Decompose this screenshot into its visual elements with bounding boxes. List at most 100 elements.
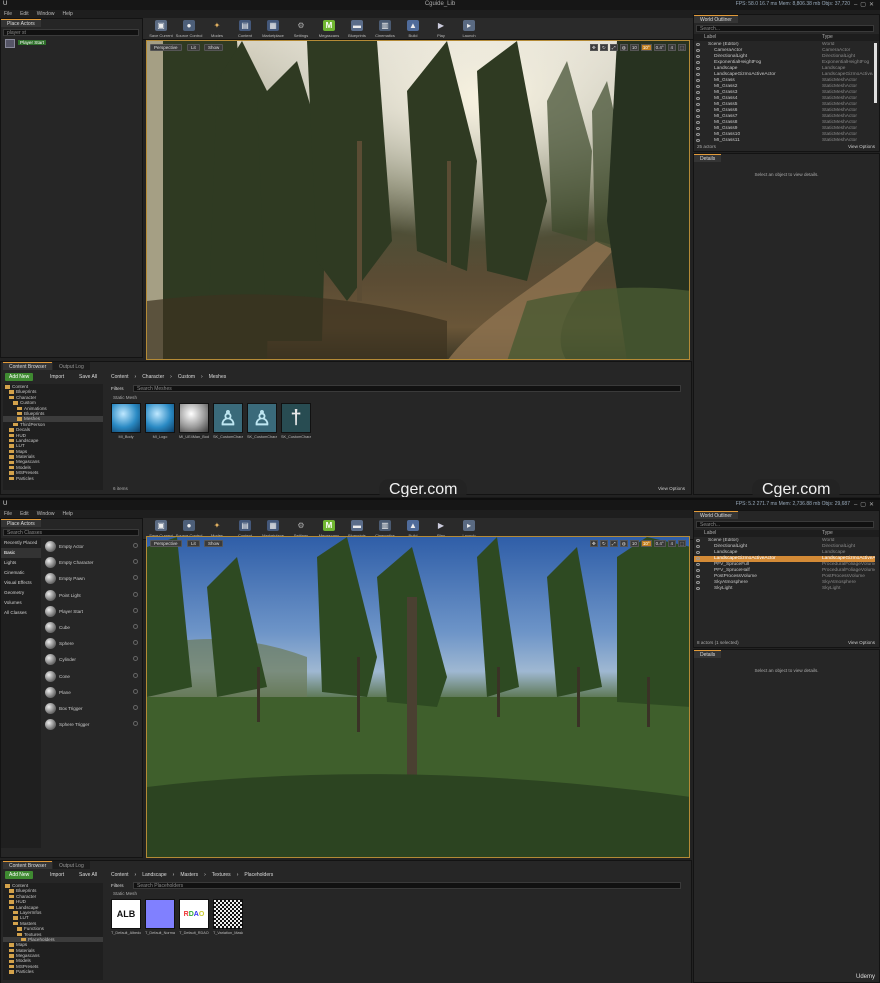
asset-tile[interactable]: MI_Body (111, 403, 141, 445)
filters-button[interactable]: Filters (111, 386, 124, 391)
actor-item[interactable]: Cone (42, 668, 142, 684)
actor-item[interactable]: Player Start (42, 603, 142, 619)
help-icon[interactable] (133, 607, 138, 613)
help-icon[interactable] (133, 591, 138, 597)
eye-icon[interactable] (696, 539, 700, 542)
eye-icon[interactable] (696, 545, 700, 548)
import-button[interactable]: Import (47, 871, 67, 879)
menu-edit[interactable]: Edit (20, 10, 29, 18)
view-options-button[interactable]: View Options (848, 144, 875, 149)
actor-item[interactable]: Point Light (42, 587, 142, 603)
outliner-row[interactable]: SkyLight SkyLight (694, 586, 875, 592)
marketplace-button[interactable]: ▦Marketplace (259, 18, 287, 40)
eye-icon[interactable] (696, 109, 700, 112)
help-icon[interactable] (133, 688, 138, 694)
breadcrumb-item[interactable]: Meshes (209, 374, 227, 380)
help-icon[interactable] (133, 656, 138, 662)
col-label[interactable]: Label (704, 530, 716, 537)
eye-icon[interactable] (696, 55, 700, 58)
breadcrumb-item[interactable]: Content (111, 374, 129, 380)
eye-icon[interactable] (696, 61, 700, 64)
asset-tile[interactable]: T_Variation_Mask (213, 899, 243, 941)
eye-icon[interactable] (696, 133, 700, 136)
level-viewport[interactable]: Perspective Lit Show ✥ ↻ ⤢ ◍ 10 10° 0.4°… (146, 40, 690, 360)
world-icon[interactable]: ◍ (619, 44, 628, 51)
asset-search[interactable]: Search Placeholders (133, 882, 681, 889)
lit-button[interactable]: Lit (187, 540, 200, 547)
eye-icon[interactable] (696, 569, 700, 572)
tab-content-browser[interactable]: Content Browser (3, 861, 53, 869)
settings-button[interactable]: ⚙Settings (287, 18, 315, 40)
help-icon[interactable] (133, 623, 138, 629)
breadcrumb-item[interactable]: Content (111, 872, 129, 878)
content-button[interactable]: ▤Content (231, 18, 259, 40)
asset-search[interactable]: Search Meshes (133, 385, 681, 392)
megascans-button[interactable]: MMegascans (315, 18, 343, 40)
asset-tile[interactable]: T_Default_Normal (145, 899, 175, 941)
world-icon[interactable]: ◍ (619, 540, 628, 547)
rotate-icon[interactable]: ↻ (599, 44, 608, 51)
eye-icon[interactable] (696, 67, 700, 70)
perspective-button[interactable]: Perspective (150, 540, 182, 547)
asset-tile[interactable]: ♙ SK_CustomChara_PhysicsAsset (247, 403, 277, 445)
eye-icon[interactable] (696, 575, 700, 578)
blueprints-button[interactable]: ▬Blueprints (343, 18, 371, 40)
outliner-scrollbar[interactable] (874, 43, 877, 103)
tab-world-outliner[interactable]: World Outliner (694, 15, 738, 23)
save-current-button[interactable]: ▣Save Current (147, 18, 175, 40)
menu-window[interactable]: Window (37, 10, 55, 18)
filters-button[interactable]: Filters (111, 883, 124, 888)
modes-button[interactable]: ✦Modes (203, 18, 231, 40)
add-new-button[interactable]: Add New (5, 373, 34, 381)
camera-speed-value[interactable]: 4 (667, 44, 676, 51)
eye-icon[interactable] (696, 127, 700, 130)
asset-tile[interactable]: ALB T_Default_Albedo (111, 899, 141, 941)
eye-icon[interactable] (696, 43, 700, 46)
menu-help[interactable]: Help (62, 510, 72, 518)
show-button[interactable]: Show (204, 44, 224, 51)
category-item[interactable]: All Classes (1, 608, 41, 618)
menu-file[interactable]: File (4, 10, 12, 18)
save-all-button[interactable]: Save All (76, 871, 100, 879)
place-result-item[interactable]: Player Start (5, 39, 65, 49)
save-all-button[interactable]: Save All (76, 373, 100, 381)
actor-item[interactable]: Cube (42, 619, 142, 635)
menu-window[interactable]: Window (37, 510, 55, 518)
asset-tile[interactable]: MI_Logo (145, 403, 175, 445)
maximize-icon[interactable]: ⬚ (677, 44, 686, 51)
window-controls[interactable]: –▢✕ (854, 1, 877, 8)
search-classes-input[interactable]: Search Classes (3, 529, 139, 536)
camera-speed-value[interactable]: 4 (667, 540, 676, 547)
category-item[interactable]: Visual Effects (1, 578, 41, 588)
help-icon[interactable] (133, 704, 138, 710)
level-viewport[interactable]: Perspective Lit Show ✥ ↻ ⤢ ◍ 10 10° 0.4°… (146, 536, 690, 858)
help-icon[interactable] (133, 672, 138, 678)
outliner-row[interactable]: MI_Grass11 StaticMeshActor (694, 138, 873, 142)
lit-button[interactable]: Lit (187, 44, 200, 51)
add-new-button[interactable]: Add New (5, 871, 34, 879)
tab-details[interactable]: Details (694, 650, 722, 658)
eye-icon[interactable] (696, 139, 700, 142)
outliner-search[interactable]: Search... (696, 25, 874, 32)
col-label[interactable]: Label (704, 34, 716, 41)
rotate-icon[interactable]: ↻ (599, 540, 608, 547)
breadcrumb-item[interactable]: Character (142, 374, 164, 380)
tab-place-actors[interactable]: Place Actors (1, 519, 41, 527)
show-button[interactable]: Show (204, 540, 224, 547)
tab-world-outliner[interactable]: World Outliner (694, 511, 738, 519)
outliner-search[interactable]: Search... (696, 521, 874, 528)
help-icon[interactable] (133, 721, 138, 727)
tab-output-log[interactable]: Output Log (53, 362, 90, 370)
scale-snap-value[interactable]: 0.4° (653, 44, 666, 51)
eye-icon[interactable] (696, 91, 700, 94)
scale-icon[interactable]: ⤢ (609, 540, 618, 547)
help-icon[interactable] (133, 559, 138, 565)
menu-help[interactable]: Help (62, 10, 72, 18)
breadcrumb-item[interactable]: Textures (212, 872, 231, 878)
eye-icon[interactable] (696, 73, 700, 76)
translate-icon[interactable]: ✥ (589, 44, 598, 51)
translate-icon[interactable]: ✥ (589, 540, 598, 547)
category-item[interactable]: Recently Placed (1, 538, 41, 548)
eye-icon[interactable] (696, 103, 700, 106)
breadcrumb-item[interactable]: Masters (180, 872, 198, 878)
